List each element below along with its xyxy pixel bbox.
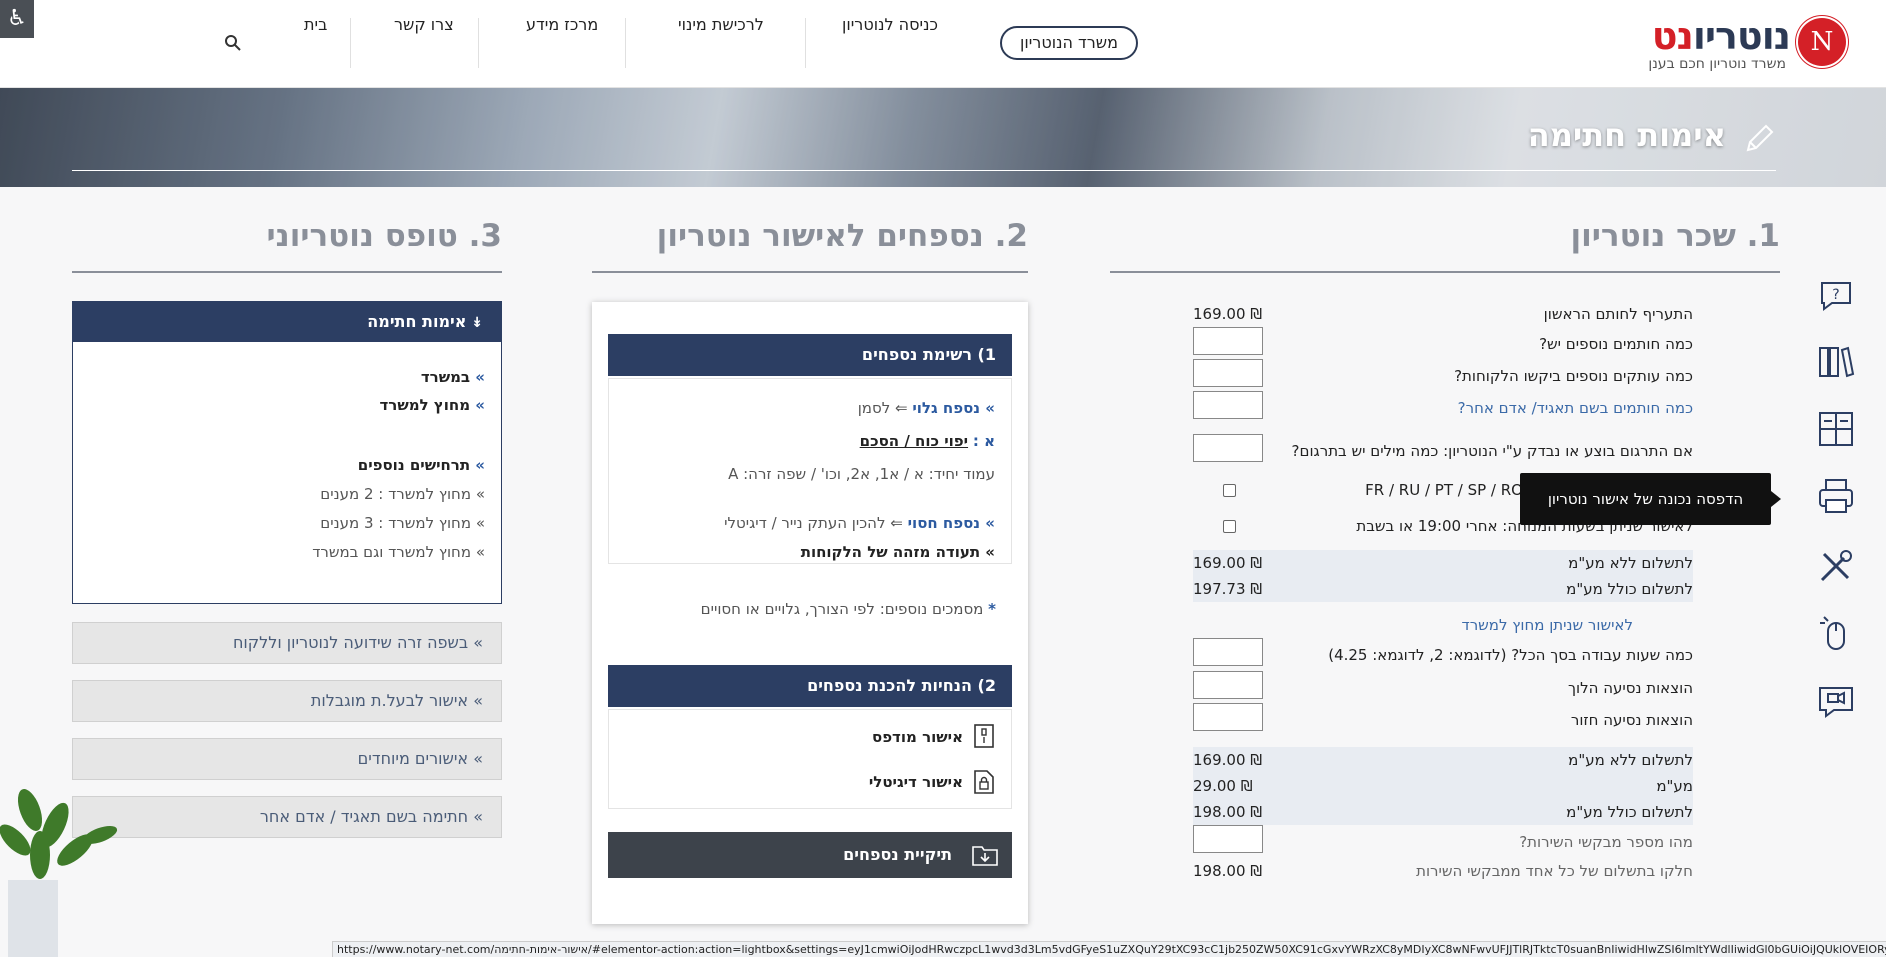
nav-appointment[interactable]: לרכישת מינוי <box>678 0 764 50</box>
signers-on-behalf-link[interactable]: כמה חותמים בשם תאגיד/ אדם אחר? <box>1458 395 1693 421</box>
form-in-office[interactable]: » במשרד <box>421 368 485 386</box>
id-doc-line: » תעודה מזהה של הלקוחות <box>800 543 995 561</box>
books-icon[interactable] <box>1816 342 1856 382</box>
extra-signers-input[interactable] <box>1193 327 1263 355</box>
form-extra-scenarios: » תרחישים נוספים <box>357 456 485 474</box>
nav-divider <box>805 18 806 68</box>
svg-text:?: ? <box>1832 287 1839 303</box>
form-out-2[interactable]: » מחוץ למשרד : 2 מענים <box>320 485 485 503</box>
form-section-rule <box>72 271 502 273</box>
fee-translation: אם התרגום בוצע או נבדק ע"י הנוטריון: כמה… <box>1193 434 1693 464</box>
appendix-list-box: » נספח גלוי ⇐ לסמן א : יפוי כוח / הסכם ע… <box>608 378 1012 564</box>
form-out-and-in[interactable]: » מחוץ למשרד וגם במשרד <box>312 543 485 561</box>
fee-signers-on-behalf: כמה חותמים בשם תאגיד/ אדם אחר? <box>1193 391 1693 421</box>
form-accordion-open: ↡ אימות חתימה » במשרד » מחוץ למשרד » תרח… <box>72 301 502 604</box>
video-icon[interactable] <box>1816 680 1856 720</box>
nav-divider <box>625 18 626 68</box>
form-accordion-foreign-lang[interactable]: » בשפה זרה שידועה לנוטריון וללקוח <box>72 622 502 664</box>
nav-home[interactable]: בית <box>304 0 327 50</box>
languages-checkbox[interactable] <box>1223 484 1236 497</box>
folder-download-icon <box>972 846 998 866</box>
travel-out-input[interactable] <box>1193 671 1263 699</box>
form-accordion-disabled[interactable]: » אישור לבעל.ת מוגבלות <box>72 680 502 722</box>
fee-extra-signers: כמה חותמים נוספים יש? <box>1193 327 1693 357</box>
appendix-list-header[interactable]: 1) רשימת נספחים <box>608 334 1012 376</box>
fee-travel-back: הוצאות נסיעה חזור <box>1193 703 1693 733</box>
form-accordion-header[interactable]: ↡ אימות חתימה <box>73 302 501 342</box>
site-logo[interactable]: N נוטריונט משרד נוטריון חכם בענן <box>1626 14 1846 72</box>
nav-divider <box>350 18 351 68</box>
fee-total2-no-vat: לתשלום ללא מע"מ 169.00 ₪ <box>1193 747 1693 773</box>
outside-office-link[interactable]: לאישור שניתן מחוץ למשרד <box>1462 612 1634 638</box>
extra-copies-input[interactable] <box>1193 359 1263 387</box>
after-hours-checkbox[interactable] <box>1223 520 1236 533</box>
form-outside-office[interactable]: » מחוץ למשרד <box>379 396 485 414</box>
fee-share: חלקו בתשלום של כל אחד ממבקשי השירות 198.… <box>1193 862 1693 880</box>
page-banner: אימות חתימה <box>0 88 1886 187</box>
translation-words-input[interactable] <box>1193 434 1263 462</box>
nav-info-center[interactable]: מרכז מידע <box>526 0 598 50</box>
printed-doc-icon <box>974 724 994 748</box>
fee-requesters: מהו מספר מבקשי השירות? <box>1193 825 1693 855</box>
travel-back-input[interactable] <box>1193 703 1263 731</box>
calculator-icon[interactable] <box>1816 409 1856 449</box>
hidden-appendix-line: » נספח חסוי ⇐ להכין העתק נייר / דיגיטלי <box>724 514 995 532</box>
form-section-title: 3. טופס נוטריוני <box>266 218 502 254</box>
page-title: אימות חתימה <box>1527 116 1726 154</box>
banner-underline <box>72 170 1776 171</box>
form-accordion-special[interactable]: » אישורים מיוחדים <box>72 738 502 780</box>
fees-section-rule <box>1110 271 1780 273</box>
logo-wordmark: נוטריונט <box>1651 14 1791 58</box>
digital-doc-icon <box>974 770 994 794</box>
nav-contact[interactable]: צרו קשר <box>394 0 454 50</box>
requesters-input[interactable] <box>1193 825 1263 853</box>
appendix-folder-button[interactable]: תיקיית נספחים <box>608 832 1012 878</box>
fee-total-vat: לתשלום כולל מע"מ 197.73 ₪ <box>1193 576 1693 602</box>
appendix-card: 1) רשימת נספחים » נספח גלוי ⇐ לסמן א : י… <box>592 302 1028 924</box>
digital-approval-link[interactable]: אישור דיגיטלי <box>869 771 963 793</box>
fee-first-signer: התעריף לחותם הראשון 169.00 ₪ <box>1193 305 1693 323</box>
fee-total-no-vat: לתשלום ללא מע"מ 169.00 ₪ <box>1193 550 1693 576</box>
logo-badge: N <box>1798 18 1846 66</box>
signers-on-behalf-input[interactable] <box>1193 391 1263 419</box>
tools-icon[interactable] <box>1816 546 1856 586</box>
guide-header[interactable]: 2) הנחיות להכנת נספחים <box>608 665 1012 707</box>
additional-docs-line: * מסמכים נוספים: לפי הצורך, גלויים או חס… <box>700 600 996 618</box>
fee-work-hours: כמה שעות עבודה בסך הכל? (לדוגמא: 2, לדוג… <box>1193 638 1693 668</box>
search-icon[interactable] <box>224 34 242 52</box>
printed-approval-link[interactable]: אישור מודפס <box>872 726 963 748</box>
fee-outside-office: לאישור שניתן מחוץ למשרד <box>1193 612 1693 638</box>
form-out-3[interactable]: » מחוץ למשרד : 3 מענים <box>320 514 485 532</box>
nav-notary-login[interactable]: כניסה לנוטריון <box>842 0 938 50</box>
printer-tooltip: הדפסה נכונה של אישור נוטריון <box>1520 473 1781 525</box>
question-icon[interactable]: ? <box>1816 275 1856 315</box>
printer-icon[interactable] <box>1816 476 1856 516</box>
nav-divider <box>478 18 479 68</box>
accessibility-icon[interactable]: ♿ <box>0 0 34 38</box>
work-hours-input[interactable] <box>1193 638 1263 666</box>
mouse-icon[interactable] <box>1816 613 1856 653</box>
fee-travel-out: הוצאות נסיעה הלוך <box>1193 671 1693 701</box>
appendix-section-title: 2. נספחים לאישור נוטריון <box>656 218 1028 254</box>
pen-icon <box>1746 124 1774 152</box>
fee-vat: מע"מ 29.00 ₪ <box>1193 773 1693 799</box>
fee-total2-vat: לתשלום כולל מע"מ 198.00 ₪ <box>1193 799 1693 825</box>
nav-office-button[interactable]: משרד הנוטריון <box>1000 26 1138 60</box>
site-header: ♿ בית צרו קשר מרכז מידע לרכישת מינוי כני… <box>0 0 1886 88</box>
fees-section-title: 1. שכר נוטריון <box>1570 218 1781 254</box>
visible-appendix-line: » נספח גלוי ⇐ לסמן <box>857 399 995 417</box>
form-accordion-on-behalf[interactable]: » חתימה בשם תאגיד / אדם אחר <box>72 796 502 838</box>
logo-tagline: משרד נוטריון חכם בענן <box>1648 56 1786 72</box>
single-page-line: עמוד יחיד: א / א1, א2, וכו' / שפה זרה: A <box>728 465 995 483</box>
status-bar-url: https://www.notary-net.com/אישור-אימות-ח… <box>332 941 1886 957</box>
fee-extra-copies: כמה עותקים נוספים ביקשו הלקוחות? <box>1193 359 1693 389</box>
plant-decoration <box>0 789 118 957</box>
appendix-section-rule <box>592 271 1028 273</box>
guide-box: אישור מודפס אישור דיגיטלי <box>608 709 1012 809</box>
item-a-line: א : יפוי כוח / הסכם <box>859 432 995 450</box>
